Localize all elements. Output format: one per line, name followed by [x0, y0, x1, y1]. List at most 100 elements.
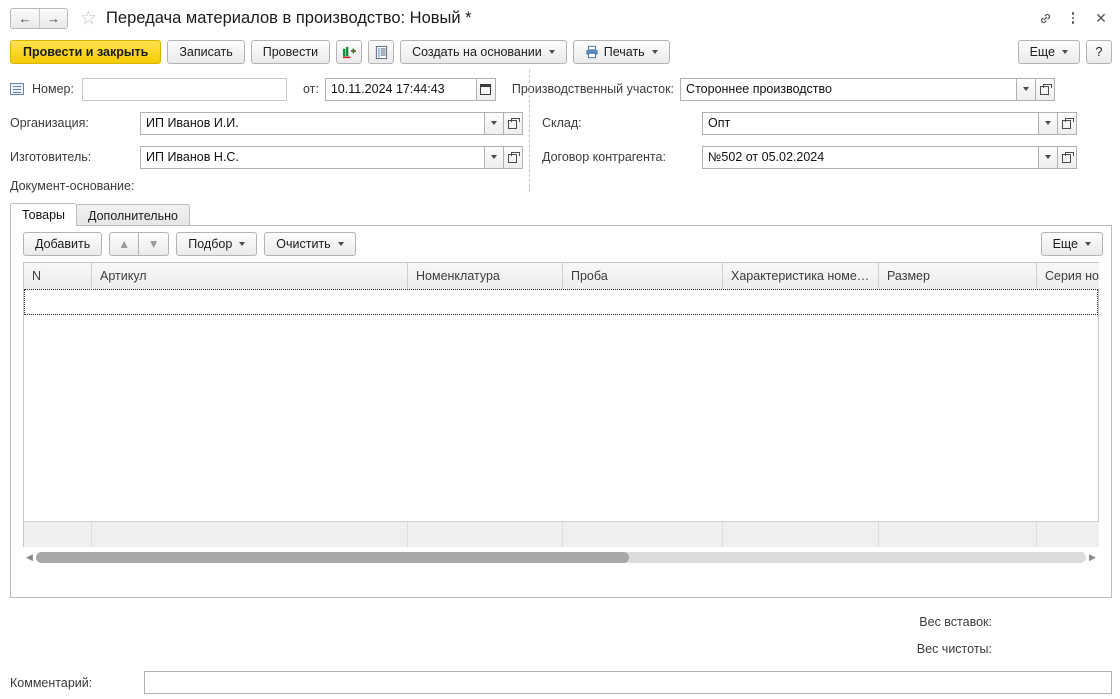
back-icon[interactable]: ← [11, 8, 39, 28]
contract-input[interactable]: №502 от 05.02.2024 [702, 145, 1039, 169]
print-label: Печать [603, 45, 645, 59]
page-title: Передача материалов в производство: Новы… [106, 8, 472, 27]
forward-icon[interactable]: → [39, 8, 67, 28]
document-register-icon[interactable] [368, 40, 395, 64]
column-header-proba[interactable]: Проба [563, 263, 723, 289]
column-header-size[interactable]: Размер [879, 263, 1037, 289]
column-header-n[interactable]: N [24, 263, 92, 289]
open-reference-icon[interactable] [504, 145, 523, 169]
post-button[interactable]: Провести [250, 40, 331, 64]
number-label: Номер: [32, 82, 74, 96]
footer-cell-characteristic [723, 522, 879, 547]
select-button[interactable]: Подбор [176, 232, 258, 256]
print-button[interactable]: Печать [572, 40, 670, 64]
form-row-manufacturer: Изготовитель: ИП Иванов Н.С. Договор кон… [10, 140, 1112, 174]
scrollbar-track[interactable] [36, 552, 1086, 563]
title-bar: ← → ☆ Передача материалов в производство… [0, 0, 1120, 36]
kebab-menu-icon[interactable] [1060, 5, 1086, 31]
chevron-down-icon [337, 242, 344, 246]
create-based-on-button[interactable]: Создать на основании [400, 40, 567, 64]
dropdown-arrow-icon[interactable] [485, 111, 504, 135]
dropdown-arrow-icon[interactable] [1039, 111, 1058, 135]
column-header-characteristic[interactable]: Характеристика номе… [723, 263, 879, 289]
table-footer-row [24, 521, 1099, 547]
tab-strip: Товары Дополнительно [0, 202, 1120, 226]
basis-document-label: Документ-основание: [10, 179, 135, 193]
scroll-right-icon[interactable]: ▶ [1086, 552, 1099, 563]
date-label: от: [302, 82, 319, 96]
form-column-divider [529, 70, 530, 192]
table-toolbar: Добавить ▲ ▼ Подбор Очистить Еще [11, 226, 1111, 262]
scrollbar-thumb[interactable] [36, 552, 630, 563]
totals-section: Вес вставок: Вес чистоты: [0, 608, 1120, 662]
warehouse-input[interactable]: Опт [702, 111, 1039, 135]
organization-input[interactable]: ИП Иванов И.И. [140, 111, 485, 135]
window-controls: ✕ [1032, 5, 1114, 31]
command-bar: Провести и закрыть Записать Провести Соз… [0, 36, 1120, 68]
table-row[interactable] [24, 289, 1098, 315]
chevron-down-icon [651, 50, 658, 54]
more-label: Еще [1029, 45, 1055, 59]
table-more-button[interactable]: Еще [1040, 232, 1103, 256]
pure-weight-label: Вес чистоты: [916, 641, 992, 656]
date-input[interactable]: 10.11.2024 17:44:43 [324, 77, 477, 101]
column-header-series[interactable]: Серия но [1037, 263, 1099, 289]
open-reference-icon[interactable] [1058, 145, 1077, 169]
tab-goods[interactable]: Товары [10, 203, 77, 226]
inserts-weight-label: Вес вставок: [919, 614, 992, 629]
table-more-label: Еще [1052, 237, 1078, 251]
post-and-close-button[interactable]: Провести и закрыть [10, 40, 162, 64]
navigation-buttons: ← → [10, 7, 68, 29]
contract-label: Договор контрагента: [542, 150, 666, 164]
inserts-weight-row: Вес вставок: [0, 608, 1000, 635]
form-row-basis-document: Документ-основание: [10, 174, 1112, 198]
help-button[interactable]: ? [1086, 40, 1112, 64]
dropdown-arrow-icon[interactable] [1039, 145, 1058, 169]
open-reference-icon[interactable] [1036, 77, 1056, 101]
clear-button[interactable]: Очистить [264, 232, 356, 256]
manufacturer-label: Изготовитель: [10, 150, 92, 164]
warehouse-label: Склад: [542, 116, 582, 130]
footer-cell-n [24, 522, 92, 547]
horizontal-scrollbar[interactable]: ◀ ▶ [23, 550, 1099, 565]
column-header-article[interactable]: Артикул [92, 263, 408, 289]
add-button[interactable]: Добавить [23, 232, 103, 256]
movements-report-icon[interactable] [336, 40, 363, 64]
comment-label: Комментарий: [10, 675, 93, 690]
open-reference-icon[interactable] [504, 111, 523, 135]
production-site-label: Производственный участок: [511, 82, 675, 96]
footer-cell-size [879, 522, 1037, 547]
close-icon[interactable]: ✕ [1088, 5, 1114, 31]
link-icon[interactable] [1032, 5, 1058, 31]
table-body[interactable] [24, 289, 1098, 521]
table-header-row: N Артикул Номенклатура Проба Характерист… [24, 263, 1099, 289]
chevron-down-icon [239, 242, 246, 246]
arrow-down-icon[interactable]: ▼ [139, 232, 170, 256]
footer-cell-article [92, 522, 408, 547]
comment-row: Комментарий: [0, 671, 1120, 694]
pure-weight-row: Вес чистоты: [0, 635, 1000, 662]
footer-cell-nomenclature [408, 522, 563, 547]
dropdown-arrow-icon[interactable] [485, 145, 504, 169]
manufacturer-input[interactable]: ИП Иванов Н.С. [140, 145, 485, 169]
open-reference-icon[interactable] [1058, 111, 1077, 135]
calendar-icon[interactable] [476, 77, 496, 101]
scroll-left-icon[interactable]: ◀ [23, 552, 36, 563]
chevron-down-icon [1062, 50, 1068, 54]
dropdown-arrow-icon[interactable] [1017, 77, 1037, 101]
arrow-up-icon[interactable]: ▲ [109, 232, 140, 256]
document-icon [10, 83, 24, 95]
number-input[interactable] [81, 77, 287, 101]
clear-label: Очистить [276, 237, 331, 251]
more-button[interactable]: Еще [1017, 40, 1080, 64]
star-icon[interactable]: ☆ [80, 9, 97, 28]
production-site-input[interactable]: Стороннее производство [680, 77, 1018, 101]
comment-input[interactable] [144, 671, 1112, 694]
tab-additional[interactable]: Дополнительно [76, 204, 190, 226]
footer-cell-series [1037, 522, 1099, 547]
goods-tab-panel: Добавить ▲ ▼ Подбор Очистить Еще N Артик… [10, 225, 1112, 598]
form-row-number: Номер: от: 10.11.2024 17:44:43 Производс… [10, 72, 1112, 106]
column-header-nomenclature[interactable]: Номенклатура [408, 263, 563, 289]
chevron-down-icon [1085, 242, 1091, 246]
write-button[interactable]: Записать [167, 40, 245, 64]
